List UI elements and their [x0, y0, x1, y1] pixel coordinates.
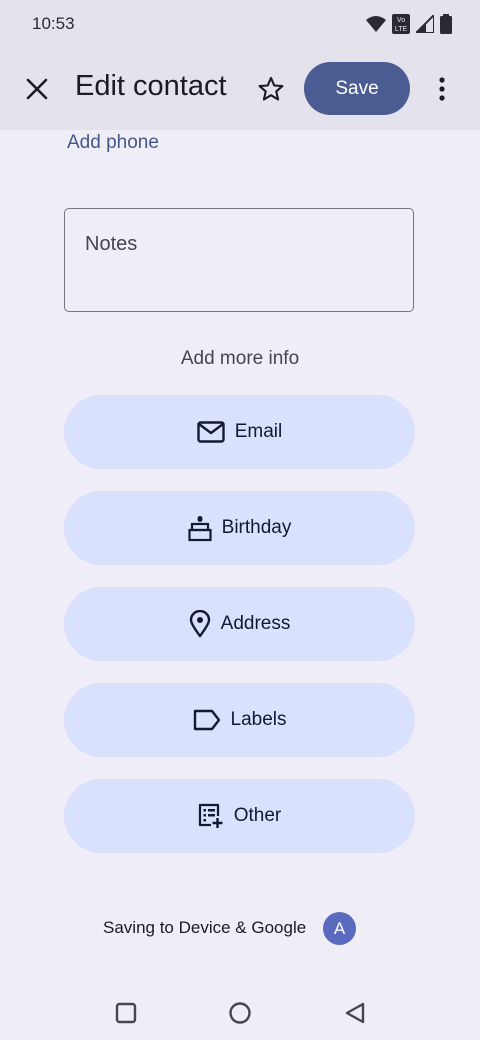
email-label: Email: [234, 421, 283, 442]
label-icon: [193, 709, 220, 731]
notes-label: Notes: [85, 233, 138, 255]
list-add-icon: [198, 803, 223, 828]
other-label: Other: [233, 805, 282, 826]
more-options-button[interactable]: [424, 68, 460, 110]
address-label: Address: [220, 613, 291, 634]
add-labels-button[interactable]: Labels: [64, 683, 415, 757]
saving-account-row[interactable]: Saving to Device & Google A: [0, 912, 480, 946]
avatar[interactable]: A: [323, 912, 356, 945]
back-button[interactable]: [342, 1000, 368, 1026]
add-email-button[interactable]: Email: [64, 395, 415, 469]
recents-square-icon: [115, 1002, 137, 1024]
volte-icon: Vo LTE: [392, 14, 410, 34]
cake-icon: [188, 516, 212, 542]
add-address-button[interactable]: Address: [64, 587, 415, 661]
home-button[interactable]: [227, 1000, 253, 1026]
signal-icon: [416, 15, 434, 33]
save-button[interactable]: Save: [304, 62, 410, 115]
status-time: 10:53: [32, 14, 75, 33]
add-other-button[interactable]: Other: [64, 779, 415, 853]
recents-button[interactable]: [113, 1000, 139, 1026]
add-more-info-heading: Add more info: [180, 348, 300, 369]
labels-label: Labels: [230, 709, 287, 730]
top-app-bar: Edit contact Save: [0, 48, 480, 130]
volte-bottom-text: LTE: [395, 26, 408, 33]
home-circle-icon: [229, 1002, 251, 1024]
status-bar: 10:53 Vo LTE: [0, 0, 480, 48]
saving-to-text: Saving to Device & Google: [103, 918, 307, 937]
birthday-label: Birthday: [221, 517, 292, 538]
more-vert-icon: [439, 77, 445, 101]
notes-field[interactable]: Notes: [64, 208, 414, 312]
mail-icon: [197, 421, 225, 443]
close-button[interactable]: [16, 68, 58, 110]
page-title: Edit contact: [75, 70, 227, 102]
location-pin-icon: [189, 610, 210, 638]
system-nav-bar: [0, 984, 480, 1040]
close-icon: [26, 78, 48, 100]
battery-icon: [440, 14, 452, 34]
wifi-icon: [366, 15, 386, 33]
favorite-button[interactable]: [250, 68, 292, 110]
star-outline-icon: [258, 76, 284, 101]
volte-top-text: Vo: [397, 17, 405, 24]
back-triangle-icon: [345, 1002, 365, 1024]
add-phone-link[interactable]: Add phone: [67, 132, 159, 154]
status-icons: Vo LTE: [366, 14, 452, 34]
add-birthday-button[interactable]: Birthday: [64, 491, 415, 565]
